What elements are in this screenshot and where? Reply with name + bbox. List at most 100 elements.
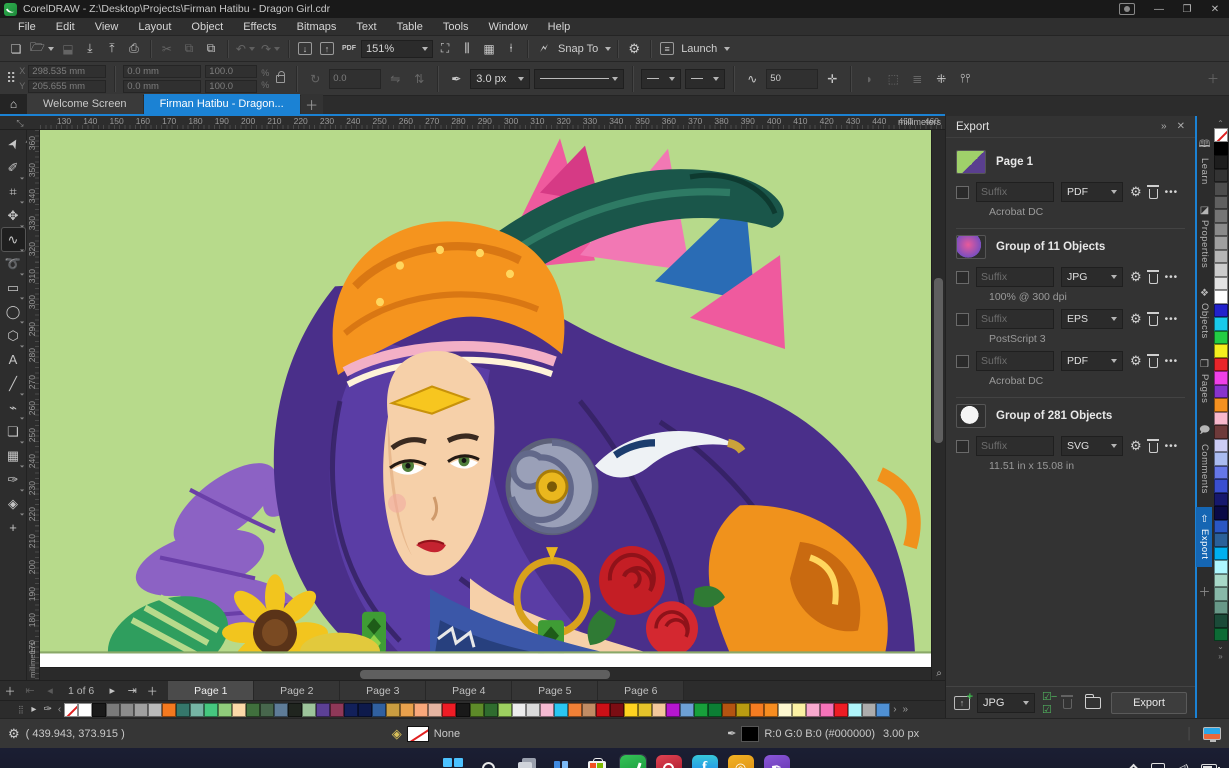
start-arrowhead-combo[interactable] [641,68,682,89]
more-options-icon[interactable]: ••• [1165,314,1179,325]
palette-scroll-left[interactable]: ‹ [55,704,64,715]
show-rulers-button[interactable]: ⫼ [457,39,477,59]
fill-none-swatch[interactable] [406,725,429,742]
select-all-toggle-icon[interactable]: ☑− ☑ [1042,690,1057,716]
horizontal-scrollbar-thumb[interactable] [360,670,610,679]
node-settings-icon[interactable]: ⫯⫯ [955,69,975,89]
bottom-palette-swatch-32[interactable] [512,702,527,717]
bottom-palette-swatch-29[interactable] [470,702,485,717]
bottom-palette-swatch-44[interactable] [680,702,695,717]
app-frame-icon[interactable] [1119,3,1135,15]
auto-reduce-icon[interactable]: ⁜ [931,69,951,89]
right-palette-swatch-0[interactable] [1213,128,1228,142]
object-position-widget[interactable]: ⠿ [6,70,16,87]
scale-x-field[interactable]: 100.0 [205,64,258,78]
open-button[interactable]: 🗁 [28,39,56,59]
artistic-media-tool[interactable]: ➰ [2,252,25,276]
rectangle-tool[interactable]: ▭ [2,276,25,300]
bottom-palette-swatch-36[interactable] [568,702,583,717]
right-palette-scroll-up[interactable]: ⌃ [1217,118,1224,128]
right-palette-swatch-9[interactable] [1213,249,1228,263]
right-palette-swatch-6[interactable] [1213,209,1228,223]
color-proof-monitor-icon[interactable] [1203,727,1221,742]
zoom-level-combo[interactable]: 151% [361,39,434,58]
dimension-tool[interactable]: ╱ [2,372,25,396]
options-gear-button[interactable]: ⚙ [624,39,644,59]
outline-color-swatch[interactable] [741,725,760,742]
bottom-palette-swatch-19[interactable] [330,702,345,717]
maximize-button[interactable]: ❐ [1173,0,1201,18]
export-button[interactable]: ↑ [317,39,337,59]
bottom-palette-swatch-3[interactable] [106,702,121,717]
bottom-palette-swatch-50[interactable] [764,702,779,717]
bottom-palette-swatch-39[interactable] [610,702,625,717]
freehand-tool[interactable]: ∿ [0,227,26,252]
bottom-palette-swatch-26[interactable] [428,702,443,717]
right-palette-swatch-5[interactable] [1213,195,1228,209]
export-cloud-button[interactable]: ⤒ [102,39,122,59]
cut-button[interactable]: ✂ [157,39,177,59]
right-palette-swatch-2[interactable] [1213,155,1228,169]
docker-tab-learn[interactable]: 🕮 Learn [1196,130,1213,192]
right-palette-swatch-7[interactable] [1213,222,1228,236]
menu-layout[interactable]: Layout [128,18,181,35]
network-tray-icon[interactable] [1150,762,1165,768]
right-palette-swatch-15[interactable] [1213,330,1228,344]
object-width-field[interactable]: 0.0 mm [123,64,202,78]
launch-icon[interactable]: ≡ [657,39,677,59]
bottom-palette-swatch-1[interactable] [78,702,93,717]
status-gear-icon[interactable]: ⚙ [8,726,20,742]
bottom-palette-swatch-38[interactable] [596,702,611,717]
document-tab-2[interactable]: Firman Hatibu - Dragon... [143,94,300,114]
print-button[interactable]: ⎙ [124,39,144,59]
bottom-palette-swatch-6[interactable] [148,702,163,717]
lock-ratio-button[interactable] [276,70,286,83]
export-settings-gear-icon[interactable]: ⚙ [1130,184,1142,200]
pick-tool[interactable]: ➤ [0,128,29,159]
save-button[interactable]: ⬓ [58,39,78,59]
bottom-palette-swatch-23[interactable] [386,702,401,717]
palette-scroll-right[interactable]: › [890,704,899,715]
object-y-field[interactable]: 205.655 mm [28,79,107,93]
fill-status-icon[interactable]: ◈ [392,726,402,742]
snap-to-label[interactable]: Snap To [558,43,598,55]
export-settings-gear-icon[interactable]: ⚙ [1130,353,1142,369]
add-page-button[interactable]: ＋ [0,681,20,700]
next-page-button[interactable]: ▸ [102,681,122,700]
add-export-item-button[interactable]: ↑ [954,691,973,710]
delete-format-icon[interactable] [1146,269,1159,284]
bottom-palette-swatch-53[interactable] [806,702,821,717]
bottom-palette-swatch-21[interactable] [358,702,373,717]
show-guidelines-button[interactable]: ⍿ [501,39,521,59]
bottom-palette-swatch-12[interactable] [232,702,247,717]
right-palette-swatch-13[interactable] [1213,303,1228,317]
bottom-palette-swatch-37[interactable] [582,702,597,717]
right-palette-swatch-23[interactable] [1213,438,1228,452]
menu-window[interactable]: Window [479,18,538,35]
paste-button[interactable]: ⧉ [201,39,221,59]
menu-view[interactable]: View [85,18,129,35]
add-page-button-2[interactable]: ＋ [142,681,162,700]
bottom-palette-swatch-0[interactable] [64,702,79,717]
vertical-scrollbar[interactable]: ⌕ [931,130,945,680]
right-palette-swatch-36[interactable] [1213,614,1228,628]
crop-tool[interactable]: ⌗ [2,180,25,204]
outline-pen-status-icon[interactable]: ✒ [727,727,736,740]
pan-tool[interactable]: ✥ [2,204,25,228]
right-palette-swatch-34[interactable] [1213,587,1228,601]
bottom-palette-swatch-49[interactable] [750,702,765,717]
export-settings-gear-icon[interactable]: ⚙ [1130,269,1142,285]
bottom-palette-swatch-14[interactable] [260,702,275,717]
snap-to-caret[interactable] [605,46,612,51]
bottom-palette-swatch-56[interactable] [848,702,863,717]
right-palette-swatch-4[interactable] [1213,182,1228,196]
font-manager-app[interactable]: ✒ [763,755,790,768]
vertical-ruler[interactable]: 360 350 340 330 320 310 300 290 280 270 260 250 240 2… [27,130,40,680]
horizontal-scrollbar[interactable] [40,667,931,680]
transparency-tool[interactable]: ▦ [2,444,25,468]
docker-tab-comments[interactable]: 🗩 Comments [1196,416,1213,501]
facebook-app[interactable]: f [691,755,718,768]
menu-effects[interactable]: Effects [233,18,286,35]
docker-tab-objects[interactable]: ❖ Objects [1196,281,1213,346]
right-palette-swatch-28[interactable] [1213,506,1228,520]
